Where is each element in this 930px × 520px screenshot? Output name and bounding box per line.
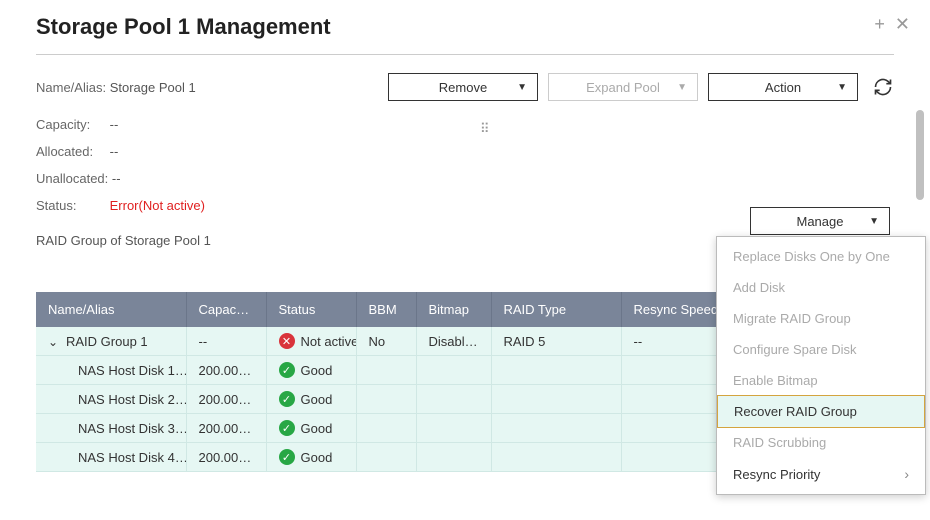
name-alias-label: Name/Alias:	[36, 80, 106, 95]
check-icon: ✓	[279, 391, 295, 407]
row-bitmap: Disabled	[416, 327, 491, 356]
page-title: Storage Pool 1 Management	[36, 14, 331, 40]
action-button[interactable]: Action ▼	[708, 73, 858, 101]
menu-item-migrate-raid-group: Migrate RAID Group	[717, 303, 925, 334]
caret-down-icon: ▼	[517, 82, 527, 93]
expand-pool-button: Expand Pool ▼	[548, 73, 698, 101]
row-name: NAS Host Disk 1	[48, 363, 175, 378]
row-name: NAS Host Disk 4	[48, 450, 175, 465]
manage-button-label: Manage	[797, 214, 844, 229]
chevron-down-icon[interactable]: ⌄	[48, 335, 60, 349]
row-bbm: No	[356, 327, 416, 356]
row-status: Not active	[301, 334, 357, 349]
row-capacity: 200.00 GB…	[186, 385, 266, 414]
row-raid-type	[491, 443, 621, 472]
row-bbm	[356, 385, 416, 414]
row-capacity: 200.00 GB…	[186, 356, 266, 385]
row-name: RAID Group 1	[66, 334, 148, 349]
caret-down-icon: ▼	[837, 82, 847, 93]
row-bitmap	[416, 385, 491, 414]
row-name: NAS Host Disk 2	[48, 392, 175, 407]
caret-down-icon: ▼	[869, 216, 879, 227]
unallocated-label: Unallocated:	[36, 171, 108, 186]
menu-item-add-disk: Add Disk	[717, 272, 925, 303]
col-header-status[interactable]: Status	[266, 292, 356, 327]
col-header-bitmap[interactable]: Bitmap	[416, 292, 491, 327]
menu-item-label: Migrate RAID Group	[733, 311, 851, 326]
row-status: Good	[301, 363, 333, 378]
row-status: Good	[301, 392, 333, 407]
unallocated-value: --	[112, 171, 121, 186]
col-header-capacity[interactable]: Capac…	[186, 292, 266, 327]
allocated-value: --	[110, 144, 119, 159]
row-bitmap	[416, 443, 491, 472]
row-status: Good	[301, 450, 333, 465]
vertical-scrollbar[interactable]	[916, 110, 924, 200]
remove-button[interactable]: Remove ▼	[388, 73, 538, 101]
row-bbm	[356, 356, 416, 385]
action-button-label: Action	[765, 80, 801, 95]
row-bbm	[356, 414, 416, 443]
menu-item-label: Recover RAID Group	[734, 404, 857, 419]
row-status: Good	[301, 421, 333, 436]
capacity-value: --	[110, 117, 119, 132]
capacity-label: Capacity:	[36, 117, 106, 132]
menu-item-configure-spare-disk: Configure Spare Disk	[717, 334, 925, 365]
allocated-label: Allocated:	[36, 144, 106, 159]
chevron-right-icon: ›	[904, 466, 909, 482]
check-icon: ✓	[279, 449, 295, 465]
name-alias-value: Storage Pool 1	[110, 80, 196, 95]
add-icon[interactable]: +	[874, 14, 885, 35]
row-capacity: 200.00 GB…	[186, 443, 266, 472]
row-bitmap	[416, 414, 491, 443]
menu-item-recover-raid-group[interactable]: Recover RAID Group	[717, 395, 925, 428]
expand-pool-label: Expand Pool	[586, 80, 660, 95]
row-capacity: --	[186, 327, 266, 356]
menu-item-enable-bitmap: Enable Bitmap	[717, 365, 925, 396]
row-raid-type	[491, 356, 621, 385]
row-raid-type	[491, 414, 621, 443]
status-value: Error(Not active)	[110, 198, 205, 213]
refresh-icon[interactable]	[872, 76, 894, 98]
row-bitmap	[416, 356, 491, 385]
close-icon[interactable]: ✕	[895, 14, 910, 35]
menu-item-replace-disks-one-by-one: Replace Disks One by One	[717, 241, 925, 272]
col-header-raid-type[interactable]: RAID Type	[491, 292, 621, 327]
remove-button-label: Remove	[439, 80, 487, 95]
col-header-bbm[interactable]: BBM	[356, 292, 416, 327]
menu-item-label: Add Disk	[733, 280, 785, 295]
caret-down-icon: ▼	[677, 82, 687, 93]
menu-item-raid-scrubbing: RAID Scrubbing	[717, 427, 925, 458]
loading-indicator: ⠿	[480, 122, 491, 137]
row-raid-type: RAID 5	[491, 327, 621, 356]
check-icon: ✓	[279, 362, 295, 378]
status-label: Status:	[36, 198, 106, 213]
manage-dropdown: Replace Disks One by One Add Disk Migrate …	[716, 236, 926, 495]
col-header-name[interactable]: Name/Alias	[36, 292, 186, 327]
menu-item-label: Resync Priority	[733, 467, 820, 482]
row-bbm	[356, 443, 416, 472]
manage-button[interactable]: Manage ▼	[750, 207, 890, 235]
menu-item-resync-priority[interactable]: Resync Priority ›	[717, 458, 925, 490]
menu-item-label: Configure Spare Disk	[733, 342, 857, 357]
name-alias: Name/Alias: Storage Pool 1	[36, 80, 378, 95]
menu-item-label: Enable Bitmap	[733, 373, 818, 388]
menu-item-label: RAID Scrubbing	[733, 435, 826, 450]
row-name: NAS Host Disk 3	[48, 421, 175, 436]
check-icon: ✓	[279, 420, 295, 436]
row-raid-type	[491, 385, 621, 414]
menu-item-label: Replace Disks One by One	[733, 249, 890, 264]
error-icon: ✕	[279, 333, 295, 349]
row-capacity: 200.00 GB…	[186, 414, 266, 443]
